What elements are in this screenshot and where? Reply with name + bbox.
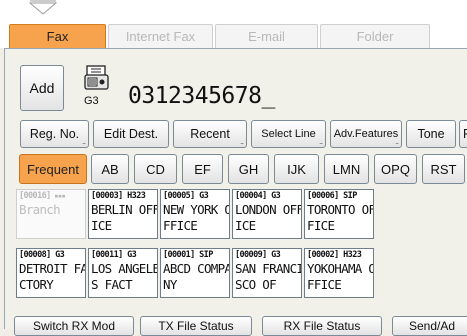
destination-id: [00004] G3: [235, 191, 281, 201]
destination-name-line2: FFICE: [163, 218, 198, 233]
send-address-button[interactable]: Send/Ad: [392, 316, 467, 336]
adv-features-button[interactable]: Adv.Features...: [330, 120, 402, 148]
adv-features-label: Adv.Features: [333, 128, 399, 140]
destination-name-line2: SCO OF: [235, 277, 277, 292]
destination-key[interactable]: [00005] G3 NEW YORK O FFICE: [160, 189, 230, 239]
select-line-label: Select Line: [261, 128, 316, 140]
tab-pointer-icon: [29, 0, 57, 15]
destination-id: [00011] G3: [91, 250, 137, 260]
index-cd[interactable]: CD: [134, 154, 177, 184]
select-line-button[interactable]: Select Line...: [251, 120, 326, 148]
tab-folder[interactable]: Folder: [320, 24, 430, 48]
destination-key[interactable]: [00002] H323 YOKOHAMA O FFICE: [304, 248, 374, 298]
destination-name-line1: Branch: [19, 202, 61, 217]
more-indicator: ...: [240, 139, 244, 146]
line-type-label: G3: [84, 95, 99, 107]
tab-fax[interactable]: Fax: [9, 24, 106, 48]
destination-name-line2: S FACT: [91, 277, 133, 292]
index-gh[interactable]: GH: [228, 154, 269, 184]
destination-key[interactable]: [00009] G3 SAN FRANCI SCO OF: [232, 248, 302, 298]
pause-button[interactable]: P: [459, 120, 467, 148]
index-frequent[interactable]: Frequent: [19, 154, 87, 184]
destination-name-line1: LOS ANGELE: [91, 261, 158, 276]
destination-id: [00009] G3: [235, 250, 281, 260]
index-opq[interactable]: OPQ: [374, 154, 417, 184]
destination-id: [00001] SIP: [163, 250, 213, 260]
destination-key[interactable]: [00011] G3 LOS ANGELE S FACT: [88, 248, 158, 298]
destination-name-line2: FFICE: [307, 277, 342, 292]
destination-name-line1: NEW YORK O: [163, 202, 230, 217]
destination-id: [00016] ▪▪▪: [19, 191, 66, 201]
group-icon: ▪▪▪: [50, 192, 66, 200]
destination-key[interactable]: [00004] G3 LONDON OFF ICE: [232, 189, 302, 239]
destination-name-line1: SAN FRANCI: [235, 261, 302, 276]
destination-name-line1: YOKOHAMA O: [307, 261, 374, 276]
tx-file-status-button[interactable]: TX File Status: [140, 316, 252, 336]
fax-machine-icon: [84, 65, 109, 90]
recent-label: Recent: [190, 127, 230, 141]
destination-name-line2: CTORY: [19, 277, 54, 292]
destination-name-line1: BERLIN OFF: [91, 202, 158, 217]
tone-button[interactable]: Tone: [406, 120, 456, 148]
destination-name-line2: FICE: [307, 218, 335, 233]
destination-id: [00005] G3: [163, 191, 209, 201]
destination-name-line2: NY: [163, 277, 177, 292]
destination-id: [00003] H323: [91, 191, 146, 201]
destination-key[interactable]: [00003] H323 BERLIN OFF ICE: [88, 189, 158, 239]
rx-file-status-button[interactable]: RX File Status: [262, 316, 382, 336]
destination-key[interactable]: [00016] ▪▪▪ Branch: [16, 189, 86, 239]
tab-email[interactable]: E-mail: [215, 24, 318, 48]
more-indicator: ...: [319, 139, 323, 146]
recent-button[interactable]: Recent...: [173, 120, 247, 148]
destination-name-line1: ABCD COMPA: [163, 261, 230, 276]
reg-no-button[interactable]: Reg. No....: [20, 120, 89, 148]
destination-key[interactable]: [00001] SIP ABCD COMPA NY: [160, 248, 230, 298]
destination-key[interactable]: [00006] SIP TORONTO OF FICE: [304, 189, 374, 239]
tab-bar: Fax Internet Fax E-mail Folder: [0, 0, 467, 48]
destination-id: [00008] G3: [19, 250, 65, 260]
more-indicator: ...: [82, 139, 86, 146]
index-ef[interactable]: EF: [182, 154, 223, 184]
destination-id: [00006] SIP: [307, 191, 357, 201]
destination-name-line2: ICE: [91, 218, 112, 233]
destination-key[interactable]: [00008] G3 DETROIT FA CTORY: [16, 248, 86, 298]
tab-internet-fax[interactable]: Internet Fax: [108, 24, 213, 48]
more-indicator: ...: [395, 139, 399, 146]
destination-name-line1: LONDON OFF: [235, 202, 302, 217]
destination-id: [00002] H323: [307, 250, 362, 260]
destination-name-line1: TORONTO OF: [307, 202, 374, 217]
destination-name-line1: DETROIT FA: [19, 261, 86, 276]
edit-dest-button[interactable]: Edit Dest.: [93, 120, 169, 148]
reg-no-label: Reg. No.: [29, 127, 80, 141]
index-ijk[interactable]: IJK: [274, 154, 319, 184]
destination-name-line2: ICE: [235, 218, 256, 233]
index-lmn[interactable]: LMN: [324, 154, 369, 184]
index-rst[interactable]: RST: [422, 154, 465, 184]
switch-rx-mode-button[interactable]: Switch RX Mod: [14, 316, 134, 336]
add-button[interactable]: Add: [20, 65, 64, 111]
destination-number-display: 0312345678_: [128, 83, 275, 109]
index-ab[interactable]: AB: [91, 154, 129, 184]
